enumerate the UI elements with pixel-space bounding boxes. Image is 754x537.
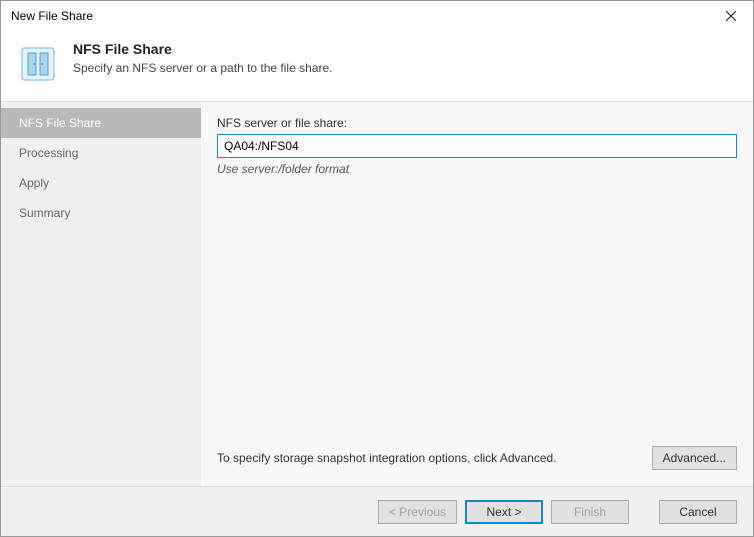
advanced-row: To specify storage snapshot integration …	[217, 446, 737, 476]
next-button[interactable]: Next >	[465, 500, 543, 524]
header-subtitle: Specify an NFS server or a path to the f…	[73, 61, 332, 75]
previous-button[interactable]: < Previous	[378, 500, 457, 524]
advanced-note: To specify storage snapshot integration …	[217, 451, 642, 465]
cancel-button[interactable]: Cancel	[659, 500, 737, 524]
close-button[interactable]	[708, 1, 753, 31]
body: NFS File Share Processing Apply Summary …	[1, 102, 753, 486]
dialog-new-file-share: New File Share NFS File Share Specify an…	[0, 0, 754, 537]
footer: < Previous Next > Finish Cancel	[1, 486, 753, 536]
finish-button[interactable]: Finish	[551, 500, 629, 524]
server-field-label: NFS server or file share:	[217, 116, 737, 130]
wizard-sidebar: NFS File Share Processing Apply Summary	[1, 102, 201, 486]
sidebar-step-processing[interactable]: Processing	[1, 138, 201, 168]
spacer	[217, 176, 737, 446]
file-share-icon	[17, 43, 59, 85]
advanced-button[interactable]: Advanced...	[652, 446, 737, 470]
server-input[interactable]	[217, 134, 737, 158]
sidebar-step-nfs-file-share[interactable]: NFS File Share	[1, 108, 201, 138]
main-panel: NFS server or file share: Use server:/fo…	[201, 102, 753, 486]
titlebar: New File Share	[1, 1, 753, 31]
sidebar-step-summary[interactable]: Summary	[1, 198, 201, 228]
header: NFS File Share Specify an NFS server or …	[1, 31, 753, 102]
header-text: NFS File Share Specify an NFS server or …	[73, 41, 332, 75]
format-hint: Use server:/folder format	[217, 162, 737, 176]
window-title: New File Share	[11, 9, 708, 23]
sidebar-step-apply[interactable]: Apply	[1, 168, 201, 198]
header-title: NFS File Share	[73, 41, 332, 57]
close-icon	[726, 11, 736, 21]
